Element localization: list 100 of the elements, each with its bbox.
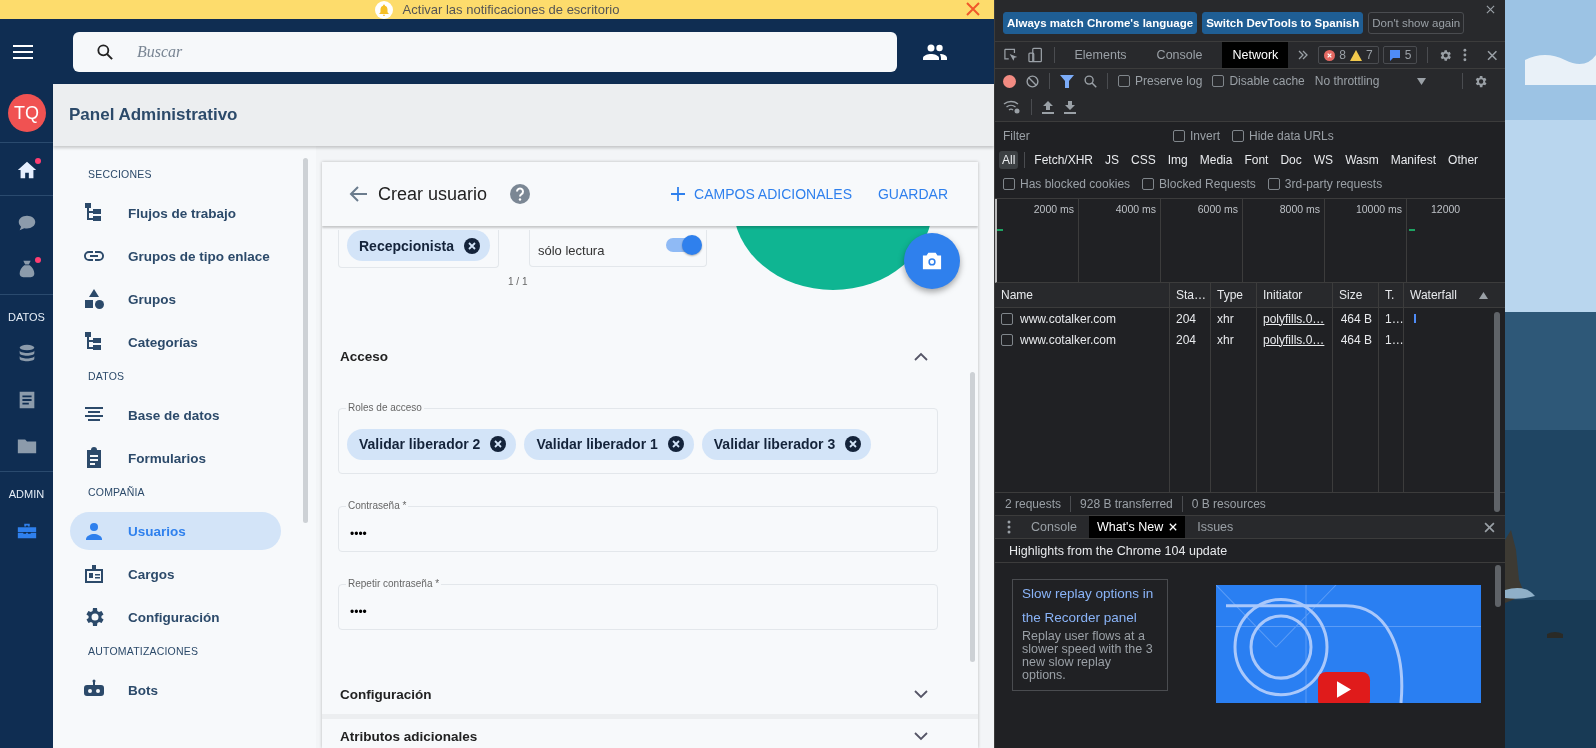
role-chip[interactable]: Validar liberador 2 <box>347 428 517 460</box>
issues-counter[interactable]: 8 7 <box>1318 46 1379 64</box>
drawer-tab[interactable]: What's New <box>1088 516 1186 538</box>
type-filter[interactable]: Fetch/XHR <box>1031 151 1097 169</box>
initiator-link[interactable]: polyfills.0… <box>1263 332 1325 347</box>
chevron-down-icon[interactable] <box>914 690 928 699</box>
menu-icon[interactable] <box>13 44 33 59</box>
clear-icon[interactable] <box>1026 74 1039 88</box>
type-filter[interactable]: Other <box>1445 151 1482 169</box>
section-header[interactable]: Acceso <box>338 349 938 364</box>
language-button[interactable]: Always match Chrome's language <box>1003 11 1198 34</box>
type-filter[interactable]: Doc <box>1277 151 1305 169</box>
search-bar[interactable]: Buscar <box>73 31 897 72</box>
column-header[interactable]: Initiator <box>1257 283 1333 307</box>
type-filter[interactable]: JS <box>1102 151 1123 169</box>
password-input[interactable]: •••• <box>348 604 507 620</box>
role-chip[interactable]: Validar liberador 3 <box>701 428 872 460</box>
filter-checkbox[interactable]: Blocked Requests <box>1142 177 1256 191</box>
sidebar-item[interactable]: Base de datos <box>70 396 281 434</box>
settings-icon[interactable] <box>1438 47 1453 63</box>
save-button[interactable]: GUARDAR <box>878 182 948 206</box>
password-field[interactable]: Repetir contraseña * •••• <box>338 577 938 630</box>
drawer-tab[interactable]: Console <box>1023 516 1085 538</box>
option-checkbox[interactable]: Disable cache <box>1212 74 1305 88</box>
search-field[interactable]: Buscar <box>135 41 739 62</box>
back-arrow-icon[interactable] <box>348 185 368 203</box>
scrollbar[interactable] <box>970 372 975 662</box>
filter-checkbox[interactable]: Hide data URLs <box>1232 129 1334 143</box>
sidebar-item[interactable]: Formularios <box>70 439 281 477</box>
more-menu-icon[interactable] <box>1462 48 1467 62</box>
roles-field[interactable]: Recepcionista <box>338 230 499 268</box>
type-filter[interactable]: All <box>999 151 1019 169</box>
type-filter[interactable]: Img <box>1164 151 1191 169</box>
messages-counter[interactable]: 5 <box>1382 46 1418 64</box>
type-filter[interactable]: Font <box>1241 151 1272 169</box>
password-input[interactable]: •••• <box>348 526 507 542</box>
scrollbar[interactable] <box>303 158 308 523</box>
scrollbar[interactable] <box>1494 312 1500 512</box>
drawer-tab[interactable]: Issues <box>1189 516 1242 538</box>
type-filter[interactable]: CSS <box>1128 151 1159 169</box>
filter-field[interactable]: Filter <box>1003 129 1161 143</box>
download-icon[interactable] <box>1064 100 1076 114</box>
device-icon[interactable] <box>1028 47 1044 63</box>
chevron-up-icon[interactable] <box>914 352 928 361</box>
sidebar-item[interactable]: Flujos de trabajo <box>70 194 281 232</box>
type-filter[interactable]: Manifest <box>1387 151 1440 169</box>
devtools-tab[interactable]: Elements <box>1064 42 1137 68</box>
sort-arrow-icon[interactable] <box>1479 291 1488 299</box>
remove-icon[interactable] <box>845 436 862 452</box>
option-checkbox[interactable]: Preserve log <box>1118 74 1203 88</box>
inspect-icon[interactable] <box>1003 47 1019 63</box>
chevron-down-icon[interactable] <box>914 732 928 741</box>
sidebar-item[interactable]: Bots <box>70 671 281 709</box>
column-header[interactable]: Type <box>1211 283 1257 307</box>
sidebar-item[interactable]: Categorías <box>70 323 281 361</box>
section-header[interactable]: Configuración <box>338 687 938 714</box>
language-button[interactable]: Don't show again <box>1368 11 1465 34</box>
camera-button[interactable] <box>904 233 960 289</box>
language-button[interactable]: Switch DevTools to Spanish <box>1202 11 1364 34</box>
filter-checkbox[interactable]: Invert <box>1173 129 1220 143</box>
password-field[interactable]: Contraseña * •••• <box>338 499 938 552</box>
initiator-link[interactable]: polyfills.0… <box>1263 311 1325 326</box>
section-header[interactable]: Atributos adicionales <box>322 714 978 748</box>
filter-checkbox[interactable]: 3rd-party requests <box>1267 177 1383 191</box>
scrollbar[interactable] <box>1495 565 1501 607</box>
help-icon[interactable] <box>509 183 532 205</box>
role-chip[interactable]: Recepcionista <box>347 230 490 261</box>
more-menu-icon[interactable] <box>1007 520 1011 534</box>
network-settings-icon[interactable] <box>1003 100 1021 114</box>
add-fields-button[interactable]: CAMPOS ADICIONALES <box>671 182 852 206</box>
record-button[interactable] <box>1003 74 1016 88</box>
sidebar-item[interactable]: Cargos <box>70 555 281 593</box>
upload-icon[interactable] <box>1042 100 1054 114</box>
sidebar-item[interactable]: Grupos <box>70 280 281 318</box>
more-tabs-icon[interactable] <box>1298 50 1309 60</box>
row-checkbox[interactable] <box>1001 312 1013 325</box>
search-icon[interactable] <box>1084 74 1097 88</box>
throttling-dropdown[interactable]: No throttling <box>1314 74 1427 88</box>
people-icon[interactable] <box>923 42 947 61</box>
type-filter[interactable]: WS <box>1310 151 1337 169</box>
feature-link[interactable]: Slow replay options in the Recorder panel <box>1022 582 1158 630</box>
column-header[interactable]: Waterfall <box>1404 283 1494 307</box>
sidebar-item[interactable]: Configuración <box>70 598 281 636</box>
devtools-tab[interactable]: Console <box>1146 42 1213 68</box>
remove-icon[interactable] <box>490 436 507 452</box>
settings-icon[interactable] <box>1473 73 1489 89</box>
role-chip[interactable]: Validar liberador 1 <box>524 428 694 460</box>
remove-icon[interactable] <box>463 237 480 254</box>
row-checkbox[interactable] <box>1001 333 1013 346</box>
type-filter[interactable]: Wasm <box>1342 151 1382 169</box>
access-roles-field[interactable]: Roles de acceso Validar liberador 2 Validar liberador 1 Validar liberador 3 <box>338 401 938 474</box>
devtools-tab[interactable]: Network <box>1222 42 1289 68</box>
column-header[interactable]: Size <box>1333 283 1379 307</box>
column-header[interactable]: Name <box>995 283 1170 307</box>
remove-icon[interactable] <box>667 436 684 452</box>
column-header[interactable]: T. <box>1379 283 1404 307</box>
filter-checkbox[interactable]: Has blocked cookies <box>1003 177 1131 191</box>
column-header[interactable]: Sta… <box>1170 283 1211 307</box>
filter-icon[interactable] <box>1060 74 1074 88</box>
sidebar-item[interactable]: Grupos de tipo enlace <box>70 237 281 275</box>
